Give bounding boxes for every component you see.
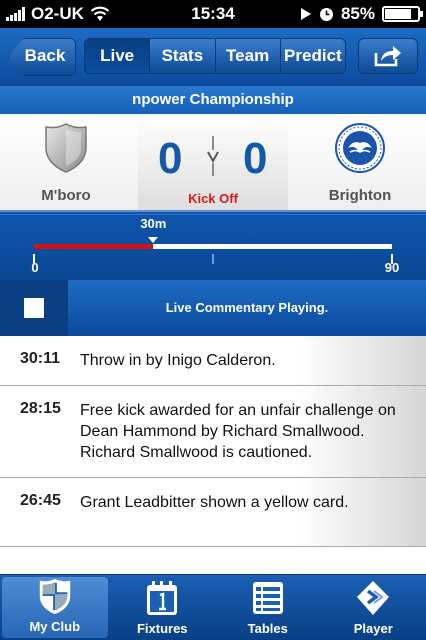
- segmented-control: Live Stats Team Predict: [84, 38, 346, 74]
- tab-team[interactable]: Team: [214, 39, 280, 73]
- stop-commentary-button[interactable]: [0, 280, 68, 336]
- timeline-progress: [34, 244, 154, 249]
- competition-title: npower Championship: [0, 86, 426, 114]
- event-time: 26:45: [20, 492, 61, 509]
- list-item: 28:15 Free kick awarded for an unfair ch…: [0, 386, 426, 478]
- tab-fixtures[interactable]: Fixtures: [110, 575, 216, 640]
- time-marker: 30m: [140, 216, 166, 246]
- tab-stats[interactable]: Stats: [149, 39, 215, 73]
- battery-icon: [382, 6, 423, 22]
- list-icon: [252, 582, 283, 614]
- away-team-name: Brighton: [328, 187, 392, 204]
- tab-tables[interactable]: Tables: [215, 575, 321, 640]
- list-item: 30:11 Throw in by Inigo Calderon.: [0, 336, 426, 386]
- match-status: Kick Off: [188, 191, 238, 206]
- score-divider-icon: [207, 136, 219, 176]
- back-button[interactable]: Back: [8, 38, 74, 74]
- event-time: 28:15: [20, 400, 61, 417]
- player-icon: [357, 581, 390, 615]
- away-score: 0: [243, 134, 268, 183]
- status-bar: O2-UK 15:34 85%: [0, 0, 426, 28]
- event-text: Throw in by Inigo Calderon.: [80, 352, 276, 369]
- home-team-name: M'boro: [41, 187, 91, 204]
- calendar-icon: [147, 581, 178, 615]
- event-time: 30:11: [20, 350, 61, 367]
- scoreboard: M'boro 0 0 Kick Off Brighton: [0, 114, 426, 210]
- nav-bar: Back Live Stats Team Predict: [0, 28, 426, 86]
- tab-player[interactable]: Player: [321, 575, 426, 640]
- share-button[interactable]: [358, 38, 418, 74]
- commentary-status: Live Commentary Playing.: [165, 300, 329, 315]
- commentary-list[interactable]: 30:11 Throw in by Inigo Calderon. 28:15 …: [0, 336, 426, 574]
- event-text: Free kick awarded for an unfair challeng…: [80, 402, 396, 461]
- share-icon: [374, 46, 401, 67]
- event-text: Grant Leadbitter shown a yellow card.: [80, 494, 349, 511]
- commentary-bar: Live Commentary Playing.: [0, 280, 426, 336]
- home-team[interactable]: M'boro: [6, 122, 126, 204]
- timeline-end-label: 90: [384, 260, 400, 275]
- away-crest-icon: [335, 123, 385, 173]
- timeline-start-label: 0: [31, 260, 39, 275]
- away-team[interactable]: Brighton: [300, 122, 420, 204]
- tab-my-club[interactable]: My Club: [2, 577, 108, 638]
- timeline-track: [34, 244, 392, 249]
- tab-predict[interactable]: Predict: [279, 39, 345, 73]
- home-score: 0: [158, 134, 183, 183]
- stop-icon: [24, 298, 44, 318]
- tab-live[interactable]: Live: [85, 39, 150, 73]
- home-crest-icon: [45, 123, 87, 173]
- match-timeline: 30m 0 90: [0, 210, 426, 280]
- timeline-half-tick: [212, 254, 214, 264]
- list-item: 26:45 Grant Leadbitter shown a yellow ca…: [0, 478, 426, 547]
- tab-bar: My Club Fixtures Tables Player: [0, 574, 426, 640]
- shield-icon: [39, 578, 70, 615]
- battery-percent: 85%: [340, 4, 375, 23]
- alarm-icon: [319, 7, 333, 21]
- play-icon: [300, 8, 311, 20]
- marker-arrow-icon: [148, 237, 159, 243]
